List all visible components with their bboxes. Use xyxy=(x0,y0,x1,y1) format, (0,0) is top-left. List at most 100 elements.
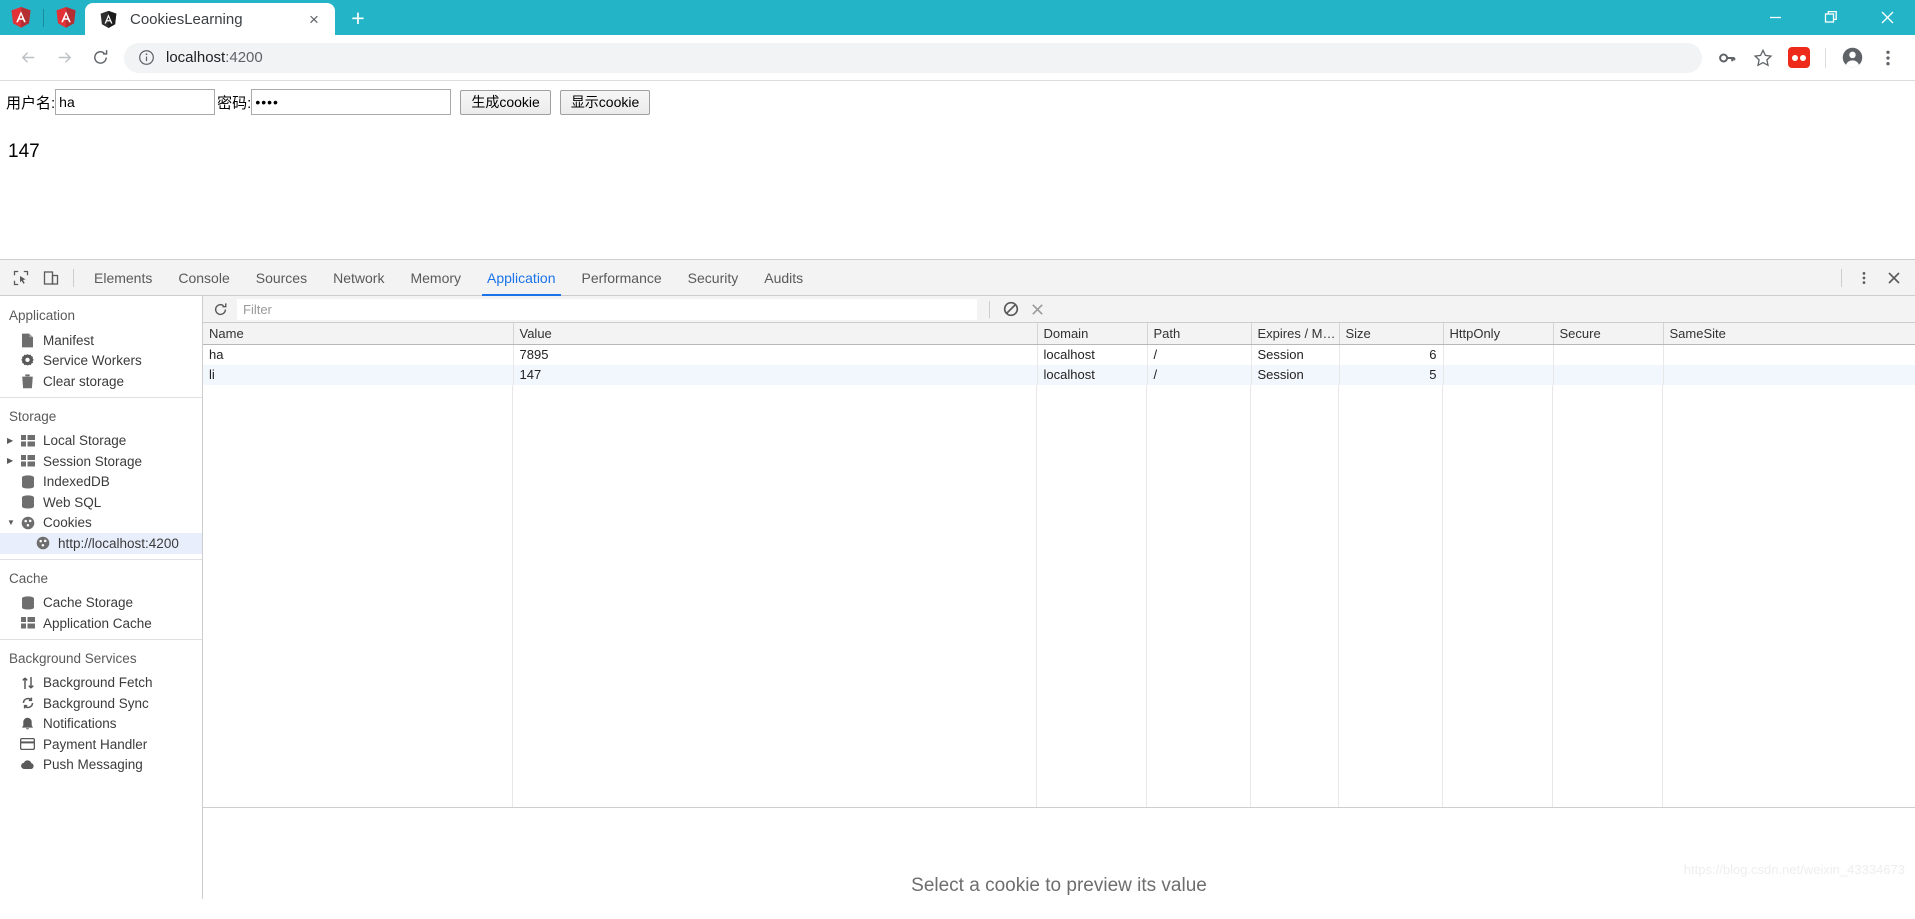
tab-memory[interactable]: Memory xyxy=(397,260,474,296)
sidebar-item-notifications[interactable]: ▶ Notifications xyxy=(0,714,202,735)
column-header-name[interactable]: Name xyxy=(203,323,514,345)
cell-samesite xyxy=(1663,344,1915,365)
sidebar-item-label: Cookies xyxy=(43,515,92,531)
sidebar-item-application-cache[interactable]: ▶ Application Cache xyxy=(0,613,202,634)
extension-dot-left xyxy=(1792,54,1798,61)
bookmark-star-icon[interactable] xyxy=(1746,41,1780,75)
window-close-button[interactable] xyxy=(1859,0,1915,35)
database-icon xyxy=(19,494,36,510)
cookie-preview-pane: Select a cookie to preview its value htt… xyxy=(203,807,1915,899)
devtools-toolbar-divider xyxy=(73,268,74,287)
table-grid-icon xyxy=(19,615,36,631)
bell-icon xyxy=(19,716,36,732)
column-header-secure[interactable]: Secure xyxy=(1553,323,1664,345)
angular-pinned-tab-2[interactable] xyxy=(55,6,77,29)
sidebar-item-manifest[interactable]: ▶ Manifest xyxy=(0,330,202,351)
sidebar-item-label: Push Messaging xyxy=(43,757,143,773)
sidebar-item-background-sync[interactable]: ▶ Background Sync xyxy=(0,693,202,714)
active-browser-tab[interactable]: CookiesLearning × xyxy=(85,3,335,35)
table-row[interactable]: li 147 localhost / Session 5 xyxy=(203,364,1915,385)
window-minimize-button[interactable] xyxy=(1747,0,1803,35)
devtools-more-options-icon[interactable] xyxy=(1849,263,1879,293)
devtools-body: Application ▶ Manifest ▶ xyxy=(0,296,1915,899)
cell-domain: localhost xyxy=(1037,364,1148,385)
show-cookie-button[interactable]: 显示cookie xyxy=(559,89,651,115)
tab-performance[interactable]: Performance xyxy=(569,260,675,296)
sidebar-item-payment-handler[interactable]: ▶ Payment Handler xyxy=(0,734,202,755)
cell-size: 5 xyxy=(1339,364,1444,385)
window-restore-button[interactable] xyxy=(1803,0,1859,35)
cell-name: li xyxy=(203,364,514,385)
forward-arrow-icon[interactable] xyxy=(46,40,82,76)
filler-col-name xyxy=(203,385,513,807)
column-header-httponly[interactable]: HttpOnly xyxy=(1443,323,1554,345)
sidebar-item-push-messaging[interactable]: ▶ Push Messaging xyxy=(0,755,202,776)
password-input[interactable] xyxy=(251,89,452,115)
device-toolbar-icon[interactable] xyxy=(36,263,66,293)
password-key-icon[interactable] xyxy=(1710,41,1744,75)
clear-all-cookies-icon[interactable] xyxy=(998,297,1024,321)
application-sidebar: Application ▶ Manifest ▶ xyxy=(0,296,203,899)
tab-application[interactable]: Application xyxy=(474,260,569,296)
devtools-tabbar: Elements Console Sources Network Memory … xyxy=(0,260,1915,296)
column-header-value[interactable]: Value xyxy=(513,323,1038,345)
new-tab-button[interactable]: + xyxy=(341,2,375,34)
sidebar-item-label: Service Workers xyxy=(43,353,142,369)
chrome-menu-icon[interactable] xyxy=(1871,41,1905,75)
reload-icon[interactable] xyxy=(82,40,118,76)
toolbar-divider xyxy=(1825,47,1826,68)
tab-sources[interactable]: Sources xyxy=(243,260,320,296)
refresh-icon[interactable] xyxy=(207,297,233,321)
tab-network[interactable]: Network xyxy=(320,260,397,296)
profile-avatar-icon[interactable] xyxy=(1835,41,1869,75)
tab-close-icon[interactable]: × xyxy=(303,8,325,30)
column-header-expires[interactable]: Expires / Ma... xyxy=(1251,323,1340,345)
sidebar-item-web-sql[interactable]: ▶ Web SQL xyxy=(0,492,202,513)
filler-col-secure xyxy=(1553,385,1663,807)
cell-size: 6 xyxy=(1339,344,1444,365)
extension-icon[interactable] xyxy=(1782,41,1816,75)
sidebar-item-background-fetch[interactable]: ▶ Background Fetch xyxy=(0,673,202,694)
delete-selected-cookie-icon[interactable] xyxy=(1024,297,1050,321)
table-grid-icon xyxy=(19,433,36,449)
sidebar-item-service-workers[interactable]: ▶ Service Workers xyxy=(0,351,202,372)
chevron-right-icon[interactable]: ▶ xyxy=(7,457,19,465)
chevron-down-icon[interactable]: ▼ xyxy=(7,518,19,527)
generate-cookie-button[interactable]: 生成cookie xyxy=(460,89,551,115)
back-arrow-icon[interactable] xyxy=(10,40,46,76)
sidebar-item-cookie-origin[interactable]: http://localhost:4200 xyxy=(0,533,202,554)
sidebar-item-label: http://localhost:4200 xyxy=(58,535,179,551)
cell-httponly xyxy=(1443,364,1554,385)
password-label: 密码: xyxy=(217,94,252,112)
devtools-close-icon[interactable] xyxy=(1879,263,1909,293)
cookies-toolbar-divider xyxy=(989,300,990,318)
sidebar-item-local-storage[interactable]: ▶ Local Storage xyxy=(0,431,202,452)
address-bar[interactable]: localhost:4200 xyxy=(124,42,1702,73)
sidebar-item-clear-storage[interactable]: ▶ Clear storage xyxy=(0,371,202,392)
tab-console[interactable]: Console xyxy=(165,260,242,296)
cookie-preview-message: Select a cookie to preview its value xyxy=(911,875,1207,896)
column-header-path[interactable]: Path xyxy=(1147,323,1252,345)
info-circle-icon[interactable] xyxy=(138,49,155,66)
sidebar-item-label: Application Cache xyxy=(43,615,152,631)
username-input[interactable] xyxy=(55,89,216,115)
table-row[interactable]: ha 7895 localhost / Session 6 xyxy=(203,344,1915,365)
sidebar-item-indexeddb[interactable]: ▶ IndexedDB xyxy=(0,472,202,493)
cookie-icon xyxy=(19,515,36,531)
cloud-icon xyxy=(19,757,36,773)
chevron-right-icon[interactable]: ▶ xyxy=(7,436,19,445)
tab-audits[interactable]: Audits xyxy=(751,260,816,296)
inspect-element-icon[interactable] xyxy=(6,263,36,293)
tab-security[interactable]: Security xyxy=(675,260,752,296)
column-header-domain[interactable]: Domain xyxy=(1037,323,1148,345)
sidebar-item-cookies[interactable]: ▼ Cookies xyxy=(0,513,202,534)
column-header-samesite[interactable]: SameSite xyxy=(1663,323,1915,345)
column-header-size[interactable]: Size xyxy=(1339,323,1444,345)
sidebar-item-cache-storage[interactable]: ▶ Cache Storage xyxy=(0,593,202,614)
cookies-filter-input[interactable] xyxy=(237,298,977,320)
browser-window: CookiesLearning × + localhost:4200 用户名: … xyxy=(0,0,1915,899)
angular-pinned-tab-1[interactable] xyxy=(10,6,32,29)
sidebar-item-session-storage[interactable]: ▶ Session Storage xyxy=(0,451,202,472)
tab-elements[interactable]: Elements xyxy=(81,260,165,296)
sidebar-item-label: Clear storage xyxy=(43,373,125,389)
